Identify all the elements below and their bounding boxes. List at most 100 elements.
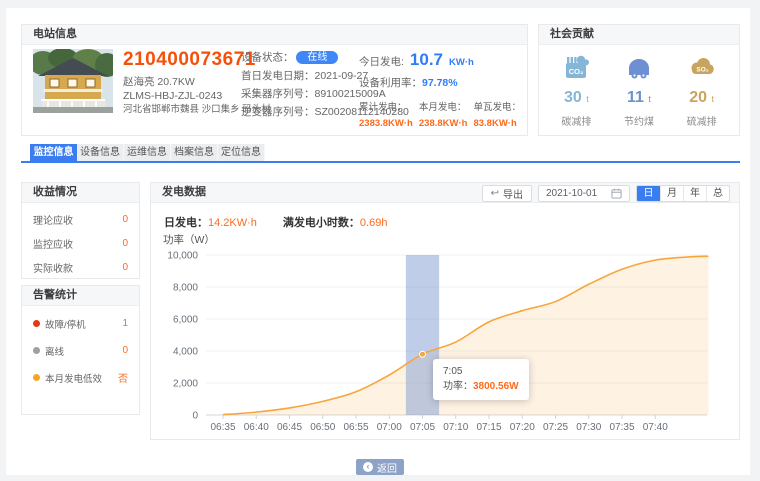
svg-text:06:40: 06:40 — [244, 422, 269, 433]
range-month-button[interactable]: 月 — [660, 186, 683, 201]
so2-emission-icon: SO₂ — [688, 53, 716, 81]
today-generation-unit: KW·h — [449, 57, 474, 68]
power-generation-chart[interactable]: 0 2,000 4,000 6,000 8,000 10,000 06:35 06:40 06:… — [151, 245, 741, 441]
today-generation-row: 今日发电: 10.7 KW·h — [359, 50, 521, 70]
range-day-button[interactable]: 日 — [637, 186, 660, 201]
first-generation-label: 首日发电日期： — [241, 70, 315, 82]
sulfur-reduction-unit: t — [712, 94, 715, 104]
station-energy-stats: 今日发电: 10.7 KW·h 设备利用率：97.78% 累计发电： 2383.… — [359, 50, 521, 129]
online-status-badge: 在线 — [296, 51, 338, 64]
revenue-row-theoretical: 理论应收 0 — [33, 207, 128, 231]
tab-device-info[interactable]: 设备信息 — [77, 144, 124, 161]
actual-received-value: 0 — [122, 262, 128, 273]
social-contribution-body: CO₂ 30 t 碳减排 11 t 节约煤 — [539, 45, 739, 128]
station-capacity: 20.7KW — [157, 76, 194, 88]
svg-text:6,000: 6,000 — [173, 315, 198, 326]
svg-text:07:25: 07:25 — [543, 422, 568, 433]
offline-status-dot — [33, 347, 40, 354]
per-watt-generation-stat: 单瓦发电： 83.8KW·h — [473, 99, 521, 129]
tab-location-info[interactable]: 定位信息 — [218, 144, 265, 161]
export-button[interactable]: ↩ 导出 — [482, 185, 532, 202]
svg-text:07:00: 07:00 — [377, 422, 402, 433]
alarm-row-fault: 故障/停机 1 — [33, 310, 128, 337]
fault-label-wrap: 故障/停机 — [33, 317, 86, 331]
carbon-reduction-unit: t — [586, 94, 589, 104]
export-arrow-icon: ↩ — [491, 189, 499, 199]
revenue-row-monitored: 监控应收 0 — [33, 231, 128, 255]
station-owner: 赵海亮 — [123, 76, 155, 88]
device-status-label: 设备状态： — [241, 51, 294, 63]
low-efficiency-label-wrap: 本月发电低效 — [33, 371, 102, 385]
month-generation-value: 238.8KW·h — [419, 118, 468, 129]
svg-text:06:50: 06:50 — [310, 422, 335, 433]
per-watt-generation-label: 单瓦发电： — [473, 99, 521, 113]
inverter-sn-label: 逆变器序列号： — [241, 106, 315, 118]
range-year-button[interactable]: 年 — [683, 186, 706, 201]
revenue-row-actual: 实际收款 0 — [33, 255, 128, 279]
month-generation-stat: 本月发电： 238.8KW·h — [419, 99, 468, 129]
back-chevron-icon: ‹ — [363, 462, 373, 472]
carbon-reduction-amount: 30 t — [548, 89, 604, 108]
svg-text:0: 0 — [192, 411, 198, 422]
sulfur-reduction-label: 硫减排 — [674, 113, 730, 128]
theoretical-receivable-value: 0 — [122, 214, 128, 225]
tab-monitor-info[interactable]: 监控信息 — [30, 144, 77, 161]
svg-text:4,000: 4,000 — [173, 347, 198, 358]
date-picker[interactable]: 2021-10-01 — [538, 185, 630, 202]
range-total-button[interactable]: 总 — [706, 186, 729, 201]
monitored-receivable-value: 0 — [122, 238, 128, 249]
generation-mini-stats: 累计发电： 2383.8KW·h 本月发电： 238.8KW·h 单瓦发电： 8… — [359, 99, 521, 129]
svg-text:07:35: 07:35 — [609, 422, 634, 433]
station-id: 210400073671 — [123, 49, 241, 71]
date-picker-value: 2021-10-01 — [546, 188, 597, 199]
tooltip-time: 7:05 — [443, 364, 519, 379]
today-generation-value: 10.7 — [410, 50, 443, 70]
station-identity: 210400073671 赵海亮 20.7KW ZLMS-HBJ-ZJL-024… — [123, 49, 241, 117]
month-generation-label: 本月发电： — [419, 99, 468, 113]
house-photo-illustration — [33, 49, 113, 113]
svg-text:07:15: 07:15 — [476, 422, 501, 433]
station-owner-line: 赵海亮 20.7KW — [123, 76, 241, 90]
theoretical-receivable-label: 理论应收 — [33, 212, 73, 227]
svg-text:06:45: 06:45 — [277, 422, 302, 433]
revenue-panel: 收益情况 理论应收 0 监控应收 0 实际收款 0 — [21, 182, 140, 279]
full-hours-stat: 满发电小时数：0.69h — [283, 214, 388, 230]
fault-label: 故障/停机 — [45, 317, 86, 331]
station-info-title: 电站信息 — [22, 25, 527, 45]
svg-text:06:55: 06:55 — [343, 422, 368, 433]
svg-text:CO₂: CO₂ — [569, 67, 584, 76]
tooltip-power-value: 3800.56W — [473, 381, 519, 392]
svg-text:07:05: 07:05 — [410, 422, 435, 433]
low-efficiency-value: 否 — [118, 370, 128, 385]
tab-archive-info[interactable]: 档案信息 — [171, 144, 218, 161]
revenue-rows: 理论应收 0 监控应收 0 实际收款 0 — [22, 203, 139, 279]
station-info-body: 210400073671 赵海亮 20.7KW ZLMS-HBJ-ZJL-024… — [22, 45, 527, 136]
chart-tooltip: 7:05 功率：3800.56W — [433, 359, 529, 400]
station-model: ZLMS-HBJ-ZJL-0243 — [123, 90, 241, 104]
total-generation-value: 2383.8KW·h — [359, 118, 413, 129]
generation-data-panel: 发电数据 ↩ 导出 2021-10-01 日 月 年 总 日发电：14.2KW·… — [150, 182, 740, 440]
svg-text:07:40: 07:40 — [643, 422, 668, 433]
low-efficiency-status-dot — [33, 374, 40, 381]
coal-saving-value: 11 — [627, 89, 644, 106]
sulfur-reduction-item: SO₂ 20 t 硫减排 — [674, 53, 730, 128]
back-button[interactable]: ‹ 返回 — [356, 459, 404, 475]
svg-text:8,000: 8,000 — [173, 283, 198, 294]
svg-text:2,000: 2,000 — [173, 379, 198, 390]
chart-summary-stats: 日发电：14.2KW·h 满发电小时数：0.69h — [164, 214, 387, 230]
revenue-panel-title: 收益情况 — [22, 183, 139, 203]
total-generation-stat: 累计发电： 2383.8KW·h — [359, 99, 413, 129]
dashboard-page: { "station": { "panel_title": "电站信息", "i… — [0, 0, 760, 481]
collector-sn-label: 采集器序列号： — [241, 88, 315, 100]
alarm-stats-title: 告警统计 — [22, 286, 139, 306]
tab-operation-info[interactable]: 运维信息 — [124, 144, 171, 161]
alarm-stats-panel: 告警统计 故障/停机 1 离线 0 本月发电低效 否 — [21, 285, 140, 415]
low-efficiency-label: 本月发电低效 — [45, 371, 102, 385]
carbon-reduction-label: 碳减排 — [548, 113, 604, 128]
svg-text:10,000: 10,000 — [167, 251, 198, 262]
tooltip-power-row: 功率：3800.56W — [443, 379, 519, 394]
utilization-label: 设备利用率： — [359, 77, 422, 89]
coal-saving-label: 节约煤 — [611, 113, 667, 128]
social-contribution-title: 社会贡献 — [539, 25, 739, 45]
svg-text:06:35: 06:35 — [210, 422, 235, 433]
